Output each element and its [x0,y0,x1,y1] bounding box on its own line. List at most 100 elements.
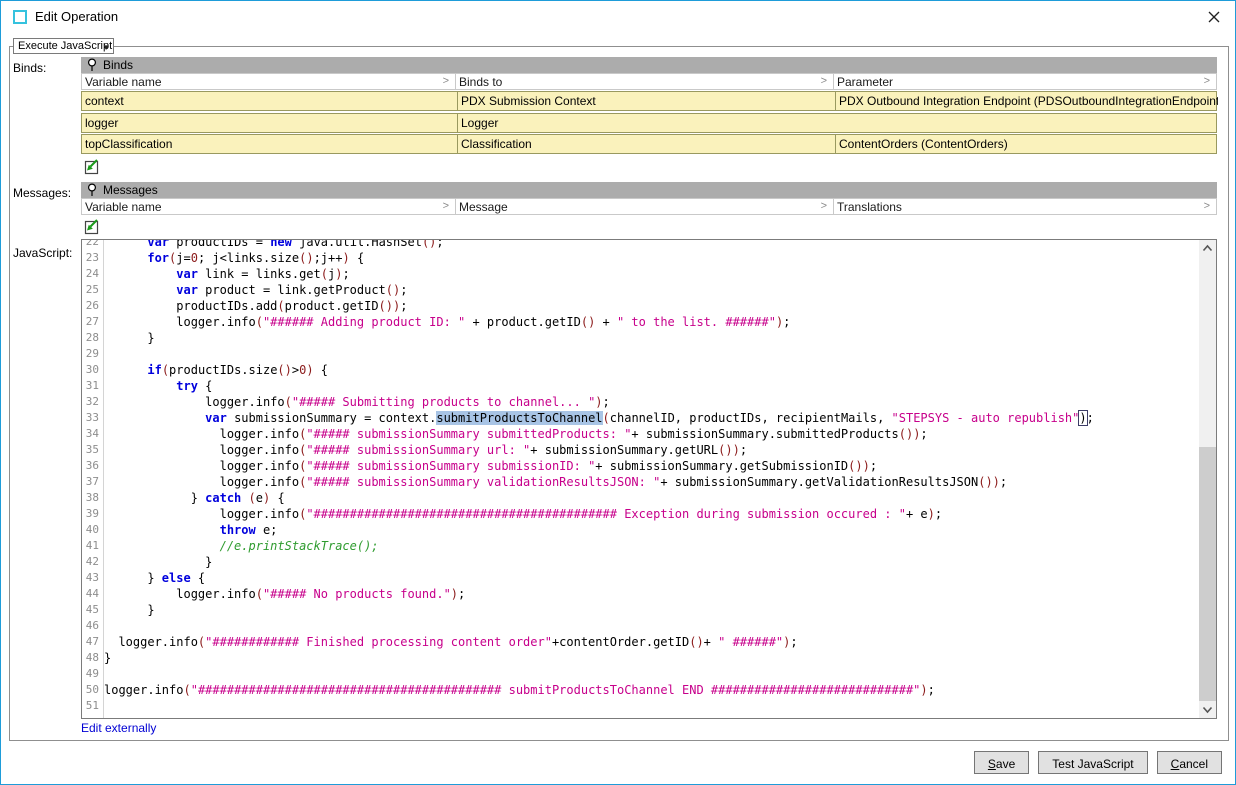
line-number: 41 [82,538,104,554]
code-line: 44 logger.info("##### No products found.… [82,586,1199,602]
code-token: + product.getID [465,315,581,329]
code-token: { [314,363,328,377]
line-number: 46 [82,618,104,634]
code-token: ) [306,363,313,377]
cancel-button[interactable]: Cancel [1157,751,1222,774]
code-token: ( [256,587,263,601]
line-number: 22 [82,239,104,250]
code-token: "#######################################… [191,683,921,697]
code-text: logger.info("##### submissionSummary sub… [104,458,877,474]
scroll-up-icon[interactable] [1199,240,1216,257]
code-token: "##### submissionSummary url: " [306,443,530,457]
code-token: ; [603,395,610,409]
code-token: ) [863,459,870,473]
column-header-parameter[interactable]: Parameter> [834,73,1217,90]
test-javascript-button[interactable]: Test JavaScript [1038,751,1147,774]
binds-cell-parameter[interactable]: PDX Outbound Integration Endpoint (PDSOu… [835,92,1218,110]
close-icon[interactable] [1207,10,1221,24]
code-line: 48} [82,650,1199,666]
code-token: ( [285,395,292,409]
sort-chevron-icon: > [443,200,449,212]
binds-cell-parameter[interactable]: ContentOrders (ContentOrders) [835,135,1218,153]
binds-cell-variable[interactable]: context [82,92,457,110]
code-token [104,251,147,265]
code-text: } [104,330,155,346]
column-header-variable-name[interactable]: Variable name> [81,73,456,90]
code-token: ; [870,459,877,473]
code-text: logger.info("##### submissionSummary sub… [104,426,928,442]
code-token: "##### submissionSummary submissionID: " [306,459,595,473]
code-token [104,283,176,297]
code-token: link = links.get [198,267,321,281]
code-token: () [379,299,393,313]
column-header-variable-name[interactable]: Variable name> [81,198,456,215]
code-token: ) [451,587,458,601]
operation-type-dropdown[interactable]: Execute JavaScript ▼ [13,38,114,54]
code-token: ) [928,507,935,521]
code-token: ( [183,683,190,697]
code-text: logger.info("##### No products found."); [104,586,465,602]
code-text: logger.info("###########################… [104,506,942,522]
binds-cell-variable[interactable]: topClassification [82,135,457,153]
code-token: } [104,603,155,617]
code-token: " to the list. ######" [617,315,776,329]
code-token: ; j<links.size [198,251,299,265]
column-header-message[interactable]: Message> [456,198,834,215]
code-line: 35 logger.info("##### submissionSummary … [82,442,1199,458]
column-header-translations[interactable]: Translations> [834,198,1217,215]
messages-section-header: Messages [81,182,1217,198]
code-line: 43 } else { [82,570,1199,586]
code-token: throw [220,523,256,537]
line-number: 23 [82,250,104,266]
code-token: e [256,491,263,505]
code-token [104,523,220,537]
code-token: product.getID [285,299,379,313]
column-header-label: Parameter [837,75,893,89]
line-number: 39 [82,506,104,522]
save-button[interactable]: Save [974,751,1029,774]
code-token: "##### submissionSummary validationResul… [306,475,660,489]
code-line: 25 var product = link.getProduct(); [82,282,1199,298]
edit-messages-icon[interactable] [83,218,100,235]
code-text: productIDs.add(product.getID()); [104,298,407,314]
code-token: () [299,251,313,265]
binds-section-title: Binds [103,58,133,72]
javascript-editor[interactable]: 22 var productIDs = new java.util.HashSe… [81,239,1217,719]
binds-label: Binds: [13,61,46,75]
edit-externally-link[interactable]: Edit externally [81,721,156,735]
column-header-binds-to[interactable]: Binds to> [456,73,834,90]
code-text: for(j=0; j<links.size();j++) { [104,250,364,266]
code-token: { [350,251,364,265]
code-text: var link = links.get(j); [104,266,350,282]
code-token [104,379,176,393]
edit-binds-icon[interactable] [83,158,100,175]
binds-table-row[interactable]: loggerLogger [81,113,1217,133]
code-token: { [198,379,212,393]
code-token: ; [436,239,443,249]
binds-table-row[interactable]: contextPDX Submission ContextPDX Outboun… [81,91,1217,111]
code-token: () [422,239,436,249]
sort-chevron-icon: > [821,200,827,212]
code-token: "###### Adding product ID: " [263,315,465,329]
code-text: } else { [104,570,205,586]
binds-cell-parameter[interactable] [835,114,1218,132]
editor-scrollbar[interactable] [1199,240,1216,718]
code-line: 40 throw e; [82,522,1199,538]
code-text: var submissionSummary = context.submitPr… [104,410,1094,426]
binds-column-headers: Variable name>Binds to>Parameter> [81,73,1217,90]
sort-chevron-icon: > [1204,200,1210,212]
code-token: product = link.getProduct [198,283,386,297]
code-token: "##### submissionSummary submittedProduc… [306,427,631,441]
code-token: ( [321,267,328,281]
binds-cell-binds-to[interactable]: Logger [457,114,835,132]
scroll-down-icon[interactable] [1199,701,1216,718]
code-token: "STEPSYS - auto republish" [892,411,1080,425]
code-token: } [104,491,205,505]
binds-cell-binds-to[interactable]: PDX Submission Context [457,92,835,110]
binds-table-row[interactable]: topClassificationClassificationContentOr… [81,134,1217,154]
code-text: logger.info("##### Submitting products t… [104,394,610,410]
code-line: 51 [82,698,1199,714]
binds-cell-variable[interactable]: logger [82,114,457,132]
scrollbar-thumb[interactable] [1199,447,1216,702]
binds-cell-binds-to[interactable]: Classification [457,135,835,153]
